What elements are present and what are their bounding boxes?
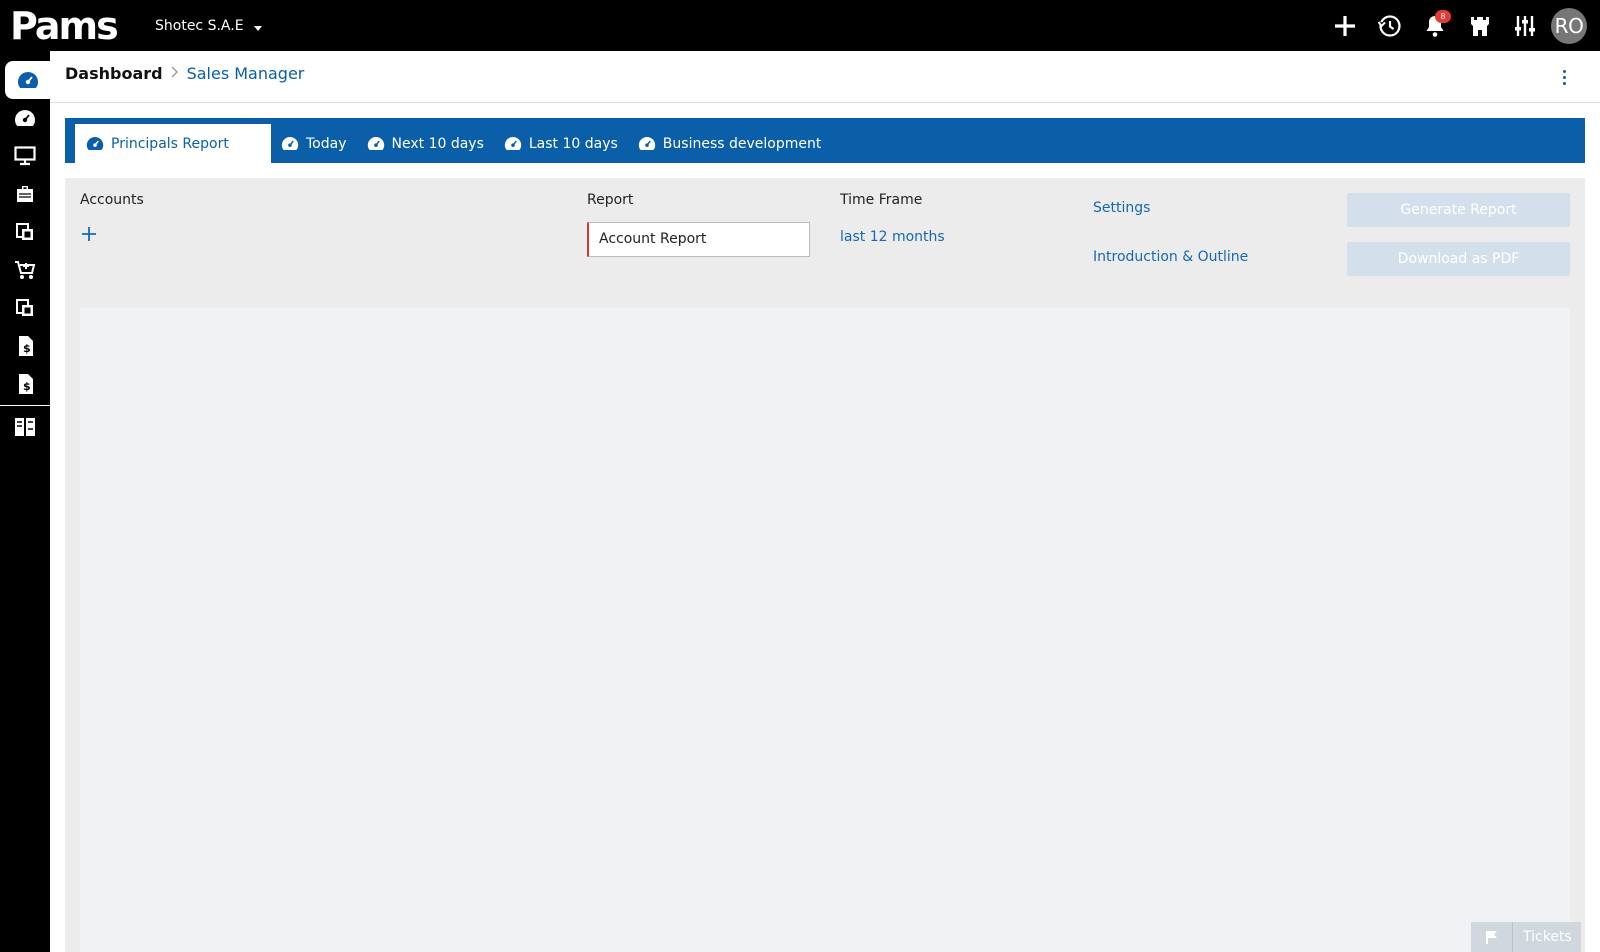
flag-icon [1471,922,1513,952]
report-content-area [80,308,1570,952]
introduction-outline-link[interactable]: Introduction & Outline [1093,249,1248,265]
settings-link[interactable]: Settings [1093,200,1150,216]
gauge-icon [638,136,655,151]
tab-next-10-days[interactable]: Next 10 days [357,124,494,163]
timeframe-label: Time Frame [840,192,923,208]
company-name: Shotec S.A.E [155,18,244,34]
tab-bar: Principals Report Today Next 10 days Las… [65,118,1585,163]
notification-badge: 8 [1435,10,1451,23]
caret-down-icon [253,25,262,31]
breadcrumb: Dashboard Sales Manager [65,64,304,83]
add-account-icon[interactable] [81,226,97,242]
sidebar-item-briefcase[interactable] [0,175,50,213]
svg-text:$: $ [23,342,31,355]
dashboard-icon [17,72,38,88]
tab-label: Business development [662,135,822,152]
add-icon[interactable] [1322,0,1367,51]
breadcrumb-current: Sales Manager [186,64,305,83]
gauge-icon [281,136,299,151]
sidebar-item-invoice-2[interactable]: $ [0,365,50,403]
page-header: Dashboard Sales Manager [50,51,1600,103]
svg-text:$: $ [23,380,31,393]
tab-today[interactable]: Today [271,124,357,163]
gauge-icon [367,136,384,151]
chevron-right-icon [171,66,179,82]
tab-business-development[interactable]: Business development [628,124,832,163]
reports-icon [15,418,35,436]
tab-label: Next 10 days [391,135,484,152]
invoice-icon: $ [19,336,33,356]
bell-icon[interactable]: 8 [1412,0,1457,51]
report-select[interactable]: Account Report [587,222,810,257]
download-pdf-button[interactable]: Download as PDF [1347,242,1570,276]
timeframe-link[interactable]: last 12 months [840,229,945,245]
tickets-label: Tickets [1523,929,1572,945]
tickets-button[interactable]: Tickets [1471,922,1581,952]
sliders-icon[interactable] [1502,0,1547,51]
tab-label: Principals Report [111,135,229,152]
documents-icon [16,299,33,316]
report-label: Report [587,192,634,208]
report-panel: Accounts Report Account Report Time Fram… [65,178,1585,952]
sidebar-item-monitor[interactable] [0,137,50,175]
gauge-icon [15,110,35,126]
history-icon[interactable] [1367,0,1412,51]
tab-last-10-days[interactable]: Last 10 days [494,124,628,163]
sidebar: $ $ [0,51,50,952]
tab-label: Last 10 days [528,135,618,152]
sidebar-item-gauge[interactable] [0,99,50,137]
sidebar-item-documents-2[interactable] [0,289,50,327]
sidebar-item-reports[interactable] [0,408,50,446]
cart-icon [15,261,36,279]
tab-label: Today [306,135,347,152]
more-options-icon[interactable] [1554,65,1574,89]
generate-report-button[interactable]: Generate Report [1347,193,1570,227]
top-bar: Pams Shotec S.A.E 8 RO [0,0,1600,51]
svg-text:Pams: Pams [10,6,117,46]
briefcase-icon [17,186,33,202]
invoice-icon: $ [19,374,33,394]
user-avatar[interactable]: RO [1551,7,1587,44]
monitor-icon [14,146,36,166]
sidebar-item-dashboard[interactable] [5,61,50,99]
sidebar-divider [0,405,50,406]
documents-icon [16,223,33,240]
sidebar-item-invoice[interactable]: $ [0,327,50,365]
castle-icon[interactable] [1457,0,1502,51]
gauge-icon [86,136,104,151]
breadcrumb-dashboard[interactable]: Dashboard [65,64,163,83]
company-selector[interactable]: Shotec S.A.E [155,18,262,34]
gauge-icon [504,136,522,151]
sidebar-item-documents[interactable] [0,213,50,251]
tab-principals-report[interactable]: Principals Report [75,124,271,163]
sidebar-item-cart[interactable] [0,251,50,289]
accounts-label: Accounts [80,192,144,208]
app-logo[interactable]: Pams [10,6,130,46]
